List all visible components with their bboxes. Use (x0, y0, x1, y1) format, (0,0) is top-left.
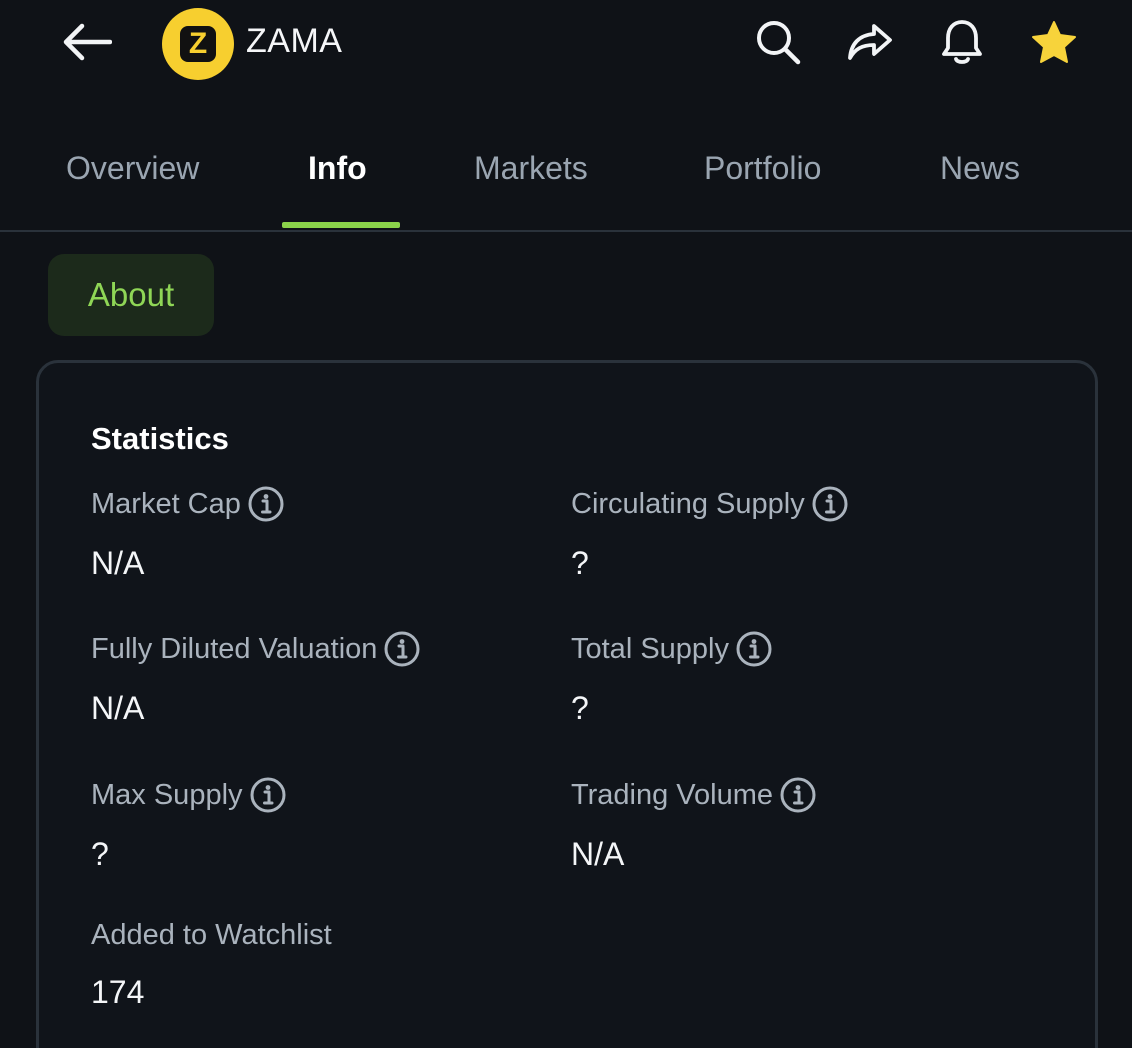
share-icon (845, 20, 895, 69)
token-name: ZAMA (246, 22, 343, 60)
search-button[interactable] (750, 16, 806, 72)
stat-label: Trading Volume (571, 778, 774, 811)
bell-icon (939, 17, 985, 72)
favorite-button[interactable] (1026, 16, 1082, 72)
info-icon[interactable] (383, 630, 421, 668)
active-tab-indicator (282, 222, 400, 228)
stat-value: ? (571, 690, 589, 726)
stat-market-cap: Market Cap N/A (91, 485, 551, 582)
stat-label: Added to Watchlist (91, 919, 332, 951)
stat-added-to-watchlist: Added to Watchlist 174 (91, 919, 551, 1011)
stat-value: N/A (571, 836, 625, 872)
stat-value: ? (571, 545, 589, 581)
stat-max-supply: Max Supply ? (91, 776, 551, 873)
notifications-button[interactable] (934, 16, 990, 72)
stat-label: Fully Diluted Valuation (91, 632, 378, 665)
statistics-card: Statistics Market Cap N/A Circulating Su… (36, 360, 1098, 1048)
search-icon (753, 17, 803, 72)
stat-label: Max Supply (91, 778, 243, 811)
stat-value: N/A (91, 690, 145, 726)
info-icon[interactable] (735, 630, 773, 668)
about-chip[interactable]: About (48, 254, 214, 336)
stat-label: Market Cap (91, 487, 241, 520)
stat-trading-volume: Trading Volume N/A (571, 776, 1031, 873)
stat-value: 174 (91, 974, 145, 1010)
coin-info-screen: Z ZAMA Overview Info Markets Portfolio N… (0, 0, 1132, 1048)
back-arrow-icon (60, 22, 113, 67)
tab-overview[interactable]: Overview (66, 150, 199, 187)
back-button[interactable] (56, 16, 116, 72)
info-icon[interactable] (247, 485, 285, 523)
info-icon[interactable] (811, 485, 849, 523)
share-button[interactable] (842, 16, 898, 72)
info-icon[interactable] (779, 776, 817, 814)
star-icon (1031, 20, 1077, 69)
stat-circulating-supply: Circulating Supply ? (571, 485, 1031, 582)
stat-total-supply: Total Supply ? (571, 630, 1031, 727)
section-tabs: Overview Info Markets Portfolio News (0, 130, 1132, 232)
stat-value: ? (91, 836, 109, 872)
stat-fully-diluted-valuation: Fully Diluted Valuation N/A (91, 630, 551, 727)
stat-value: N/A (91, 545, 145, 581)
stat-label: Total Supply (571, 632, 729, 665)
stat-label: Circulating Supply (571, 487, 805, 520)
top-bar: Z ZAMA (0, 0, 1132, 96)
token-logo-letter: Z (180, 26, 216, 62)
info-icon[interactable] (249, 776, 287, 814)
statistics-title: Statistics (91, 421, 229, 456)
tab-info[interactable]: Info (308, 150, 367, 187)
tab-markets[interactable]: Markets (474, 150, 588, 187)
tab-portfolio[interactable]: Portfolio (704, 150, 821, 187)
tab-news[interactable]: News (940, 150, 1020, 187)
token-logo: Z (162, 8, 234, 80)
